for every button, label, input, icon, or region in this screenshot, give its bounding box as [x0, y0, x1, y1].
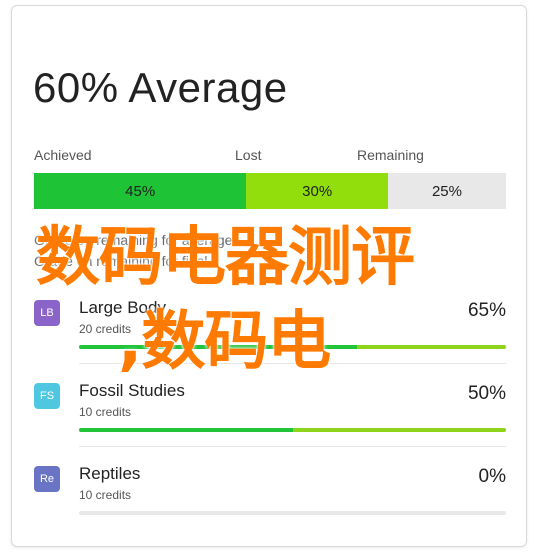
achieved-value: 45%	[125, 182, 156, 200]
lost-value: 30%	[302, 182, 333, 200]
watermark-text: 数码电器测评	[36, 221, 415, 295]
course-badge: Re	[34, 466, 60, 492]
course-credits: 10 credits	[79, 488, 132, 502]
lost-segment: 30%	[246, 173, 388, 209]
course-percent: 65%	[467, 300, 506, 321]
course-badge: FS	[34, 383, 60, 409]
course-progress-remaining	[356, 345, 506, 349]
watermark-text: ,数码电	[118, 305, 331, 379]
course-row-reptiles[interactable]: Re Reptiles 10 credits 0%	[34, 464, 506, 534]
course-credits: 10 credits	[79, 405, 132, 419]
course-progress-achieved	[79, 428, 293, 432]
remaining-segment: 25%	[387, 173, 506, 209]
lost-label: Lost	[235, 147, 262, 163]
course-badge: LB	[34, 300, 60, 326]
grade-distribution-bar: 45% 30% 25%	[34, 173, 506, 209]
course-progress	[79, 511, 506, 515]
course-progress-remaining	[292, 428, 506, 432]
average-title: 60% Average	[33, 64, 288, 111]
achieved-segment: 45%	[34, 173, 247, 209]
course-percent: 0%	[478, 466, 506, 487]
row-divider	[79, 446, 506, 447]
course-row-fossil-studies[interactable]: FS Fossil Studies 10 credits 50%	[34, 381, 506, 451]
achieved-label: Achieved	[34, 147, 92, 163]
course-progress	[79, 428, 506, 432]
course-name: Reptiles	[79, 464, 141, 483]
course-name: Fossil Studies	[79, 381, 185, 400]
remaining-label: Remaining	[357, 147, 424, 163]
remaining-value: 25%	[431, 182, 462, 200]
course-percent: 50%	[467, 383, 506, 404]
